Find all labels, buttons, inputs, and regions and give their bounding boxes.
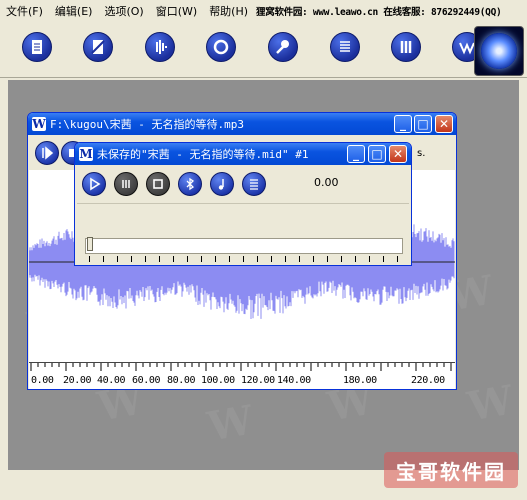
app-icon: W	[32, 117, 46, 131]
stop-icon[interactable]	[146, 172, 170, 196]
mid-window-title: 未保存的"宋茜 - 无名指的等待.mid" #1	[97, 148, 309, 161]
timeline-label: 180.00	[343, 375, 377, 386]
waveform-icon[interactable]	[145, 32, 175, 62]
note-icon[interactable]	[210, 172, 234, 196]
slider-handle[interactable]	[87, 237, 93, 251]
menu-window[interactable]: 窗口(W)	[150, 3, 203, 19]
timeline-ticks	[30, 363, 452, 371]
microphone-icon[interactable]	[268, 32, 298, 62]
timeline-label: 120.00	[241, 375, 275, 386]
no-edit-icon[interactable]	[83, 32, 113, 62]
timeline-label: 20.00	[63, 375, 92, 386]
list-icon[interactable]	[242, 172, 266, 196]
play-pause-icon[interactable]	[35, 141, 59, 165]
timeline-label: 40.00	[97, 375, 126, 386]
app-icon: M	[79, 147, 93, 161]
menu-info-text: 狸窝软件园: www.leawo.cn 在线客服: 876292449(QQ)	[256, 7, 502, 18]
timeline-label: 80.00	[167, 375, 196, 386]
watermark-icon: W	[464, 376, 517, 431]
mid-toolbar: 0.00	[77, 168, 409, 200]
timeline-label: 140.00	[277, 375, 311, 386]
bars-icon[interactable]	[391, 32, 421, 62]
timeline-label: 0.00	[31, 375, 54, 386]
site-badge: 宝哥软件园	[384, 452, 518, 488]
menu-options[interactable]: 选项(O)	[98, 3, 149, 19]
timeline-label: 220.00	[411, 375, 445, 386]
minimize-button[interactable]: _	[394, 115, 412, 133]
close-button[interactable]: ✕	[389, 145, 407, 163]
timeline-label: 60.00	[132, 375, 161, 386]
app-logo	[474, 26, 524, 76]
status-text: s.	[417, 148, 426, 159]
mp3-window-titlebar[interactable]: W F:\kugou\宋茜 - 无名指的等待.mp3	[28, 113, 456, 135]
menu-edit[interactable]: 编辑(E)	[49, 3, 99, 19]
playback-timer: 0.00	[314, 176, 339, 189]
menu-bar: 文件(F) 编辑(E) 选项(O) 窗口(W) 帮助(H) 狸窝软件园: www…	[0, 0, 527, 22]
timeline-label: 100.00	[201, 375, 235, 386]
logo-orb-icon	[481, 33, 517, 69]
play-icon[interactable]	[82, 172, 106, 196]
maximize-button[interactable]: □	[368, 145, 386, 163]
maximize-button[interactable]: □	[414, 115, 432, 133]
mp3-window-title: F:\kugou\宋茜 - 无名指的等待.mp3	[50, 118, 244, 131]
position-slider[interactable]	[85, 238, 403, 254]
close-button[interactable]: ✕	[435, 115, 453, 133]
record-icon[interactable]	[206, 32, 236, 62]
bluetooth-icon[interactable]	[178, 172, 202, 196]
separator	[77, 203, 409, 204]
watermark-icon: W	[204, 396, 257, 451]
minimize-button[interactable]: _	[347, 145, 365, 163]
main-toolbar	[0, 22, 527, 78]
menu-file[interactable]: 文件(F)	[0, 3, 49, 19]
pause-icon[interactable]	[114, 172, 138, 196]
menu-help[interactable]: 帮助(H)	[203, 3, 254, 19]
timeline-ruler: 0.00 20.00 40.00 60.00 80.00 100.00 120.…	[29, 362, 455, 389]
mid-window: M 未保存的"宋茜 - 无名指的等待.mid" #1 _ □ ✕ 0.00	[74, 142, 412, 266]
slider-ticks	[89, 256, 403, 262]
list-icon[interactable]	[330, 32, 360, 62]
new-document-icon[interactable]	[22, 32, 52, 62]
